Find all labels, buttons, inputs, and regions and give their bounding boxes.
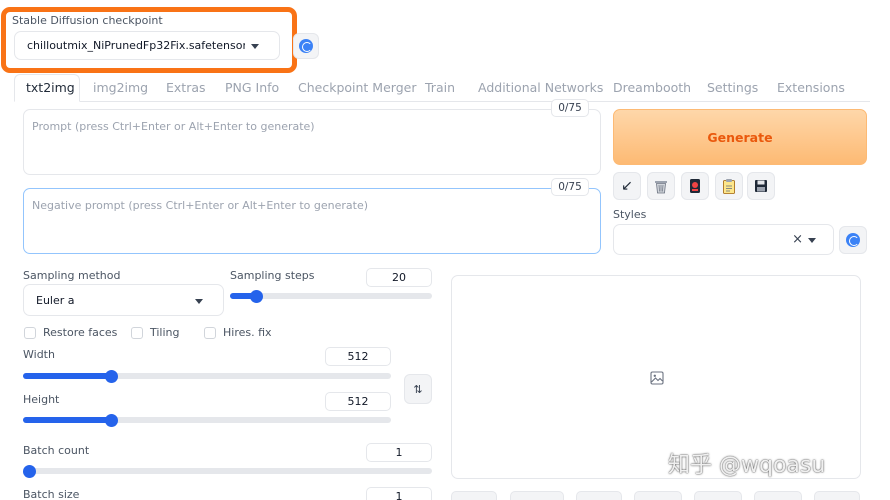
height-slider[interactable] [23,413,391,427]
checkpoint-highlight-box [1,7,297,73]
output-action-button[interactable] [634,491,682,500]
batch-count-slider[interactable] [22,464,432,478]
output-action-button[interactable] [576,491,622,500]
sampling-method-dropdown[interactable]: Euler a [23,284,224,316]
output-action-button[interactable] [754,491,802,500]
slider-thumb[interactable] [22,464,36,478]
restore-faces-label: Restore faces [43,326,118,339]
batch-count-label: Batch count [23,444,90,457]
slider-fill [23,417,112,423]
restore-faces-checkbox[interactable] [24,327,36,339]
arrow-down-left-icon: ↙ [621,178,633,194]
output-action-button[interactable] [694,491,742,500]
negative-prompt-textarea[interactable]: Negative prompt (press Ctrl+Enter or Alt… [23,188,601,254]
height-label: Height [23,393,60,406]
height-input[interactable]: 512 [325,392,391,411]
refresh-checkpoint-button[interactable] [293,33,319,59]
tiling-checkbox[interactable] [131,327,143,339]
floppy-disk-icon [755,180,767,192]
output-action-button[interactable] [451,491,497,500]
extra-networks-button[interactable] [681,172,709,200]
sampling-steps-slider[interactable] [230,289,432,303]
refresh-icon [846,233,860,247]
slider-thumb[interactable] [249,289,263,303]
batch-size-input[interactable]: 1 [366,487,432,500]
sampling-method-value: Euler a [36,294,75,307]
negative-prompt-token-counter: 0/75 [551,178,589,196]
tab-dreambooth[interactable]: Dreambooth [613,80,691,95]
watermark: 知乎 @wqoasu [668,453,826,478]
generate-label: Generate [707,130,773,145]
tab-checkpoint-merger[interactable]: Checkpoint Merger [298,80,416,95]
width-label: Width [23,348,55,361]
negative-prompt-placeholder: Negative prompt (press Ctrl+Enter or Alt… [32,199,368,212]
trash-icon [655,180,667,193]
batch-count-input[interactable]: 1 [366,443,432,462]
tab-additional-networks[interactable]: Additional Networks [478,80,603,95]
swap-icon: ⇅ [413,382,423,396]
refresh-styles-button[interactable] [839,226,867,254]
slider-thumb[interactable] [104,369,118,383]
save-style-button[interactable] [747,172,775,200]
sampling-steps-input[interactable]: 20 [366,268,432,287]
sampling-method-label: Sampling method [23,269,121,282]
styles-dropdown[interactable]: × [613,224,834,255]
chevron-down-icon [195,299,203,304]
tab-active-box [14,74,80,102]
red-card-icon [690,179,700,193]
sampling-steps-label: Sampling steps [230,269,315,282]
tab-settings[interactable]: Settings [707,80,758,95]
tab-divider [80,101,870,102]
tiling-label: Tiling [150,326,180,339]
width-slider[interactable] [23,369,391,383]
chevron-down-icon [808,238,816,243]
swap-dimensions-button[interactable]: ⇅ [404,374,432,404]
clear-prompt-button[interactable] [647,172,675,200]
hires-fix-label: Hires. fix [223,326,272,339]
slider-thumb[interactable] [104,413,118,427]
styles-clear-icon[interactable]: × [792,232,803,247]
hires-fix-checkbox[interactable] [204,327,216,339]
tab-png-info[interactable]: PNG Info [225,80,279,95]
output-action-button[interactable] [510,491,564,500]
slider-fill [23,373,112,379]
prompt-token-counter: 0/75 [551,99,589,117]
image-placeholder-icon [650,371,664,385]
prompt-textarea[interactable]: Prompt (press Ctrl+Enter or Alt+Enter to… [23,109,601,175]
refresh-icon [299,39,313,53]
width-input[interactable]: 512 [325,347,391,366]
batch-size-label: Batch size [23,488,80,500]
styles-label: Styles [613,208,647,221]
tab-train[interactable]: Train [425,80,455,95]
read-params-button[interactable]: ↙ [613,172,641,200]
clipboard-icon [723,179,735,194]
generate-button[interactable]: Generate [613,109,867,165]
tab-img2img[interactable]: img2img [93,80,148,95]
output-action-button[interactable] [814,491,860,500]
prompt-placeholder: Prompt (press Ctrl+Enter or Alt+Enter to… [32,120,315,133]
apply-style-button[interactable] [715,172,743,200]
tab-extensions[interactable]: Extensions [777,80,845,95]
tab-extras[interactable]: Extras [166,80,206,95]
